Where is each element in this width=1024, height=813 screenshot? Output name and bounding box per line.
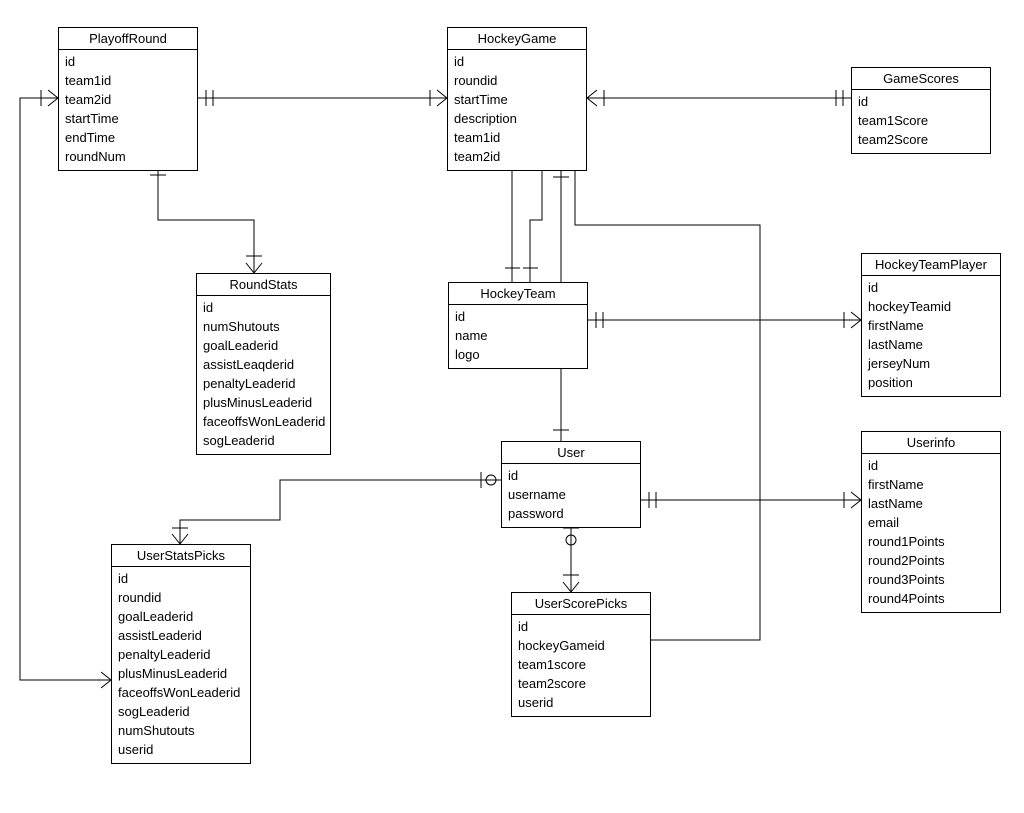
attr: id	[508, 466, 634, 485]
entity-round-stats: RoundStats id numShutouts goalLeaderid a…	[196, 273, 331, 455]
attr: name	[455, 326, 581, 345]
entity-attrs: id hockeyTeamid firstName lastName jerse…	[862, 276, 1000, 396]
attr: penaltyLeaderid	[118, 645, 244, 664]
attr: team1id	[65, 71, 191, 90]
attr: numShutouts	[203, 317, 324, 336]
attr: lastName	[868, 335, 994, 354]
attr: goalLeaderid	[203, 336, 324, 355]
entity-attrs: id roundid startTime description team1id…	[448, 50, 586, 170]
attr: id	[868, 456, 994, 475]
entity-attrs: id name logo	[449, 305, 587, 368]
attr: position	[868, 373, 994, 392]
attr: firstName	[868, 316, 994, 335]
attr: faceoffsWonLeaderid	[203, 412, 324, 431]
attr: hockeyTeamid	[868, 297, 994, 316]
attr: id	[858, 92, 984, 111]
attr: team1Score	[858, 111, 984, 130]
attr: round2Points	[868, 551, 994, 570]
entity-attrs: id hockeyGameid team1score team2score us…	[512, 615, 650, 716]
attr: team1score	[518, 655, 644, 674]
entity-attrs: id team1Score team2Score	[852, 90, 990, 153]
attr: plusMinusLeaderid	[203, 393, 324, 412]
attr: team2id	[65, 90, 191, 109]
entity-title: User	[502, 442, 640, 464]
entity-title: UserScorePicks	[512, 593, 650, 615]
attr: sogLeaderid	[203, 431, 324, 450]
entity-user: User id username password	[501, 441, 641, 528]
attr: userid	[118, 740, 244, 759]
attr: id	[454, 52, 580, 71]
attr: id	[455, 307, 581, 326]
attr: team2id	[454, 147, 580, 166]
attr: userid	[518, 693, 644, 712]
entity-game-scores: GameScores id team1Score team2Score	[851, 67, 991, 154]
entity-title: RoundStats	[197, 274, 330, 296]
attr: team2score	[518, 674, 644, 693]
attr: lastName	[868, 494, 994, 513]
attr: roundNum	[65, 147, 191, 166]
attr: plusMinusLeaderid	[118, 664, 244, 683]
attr: id	[203, 298, 324, 317]
attr: sogLeaderid	[118, 702, 244, 721]
attr: hockeyGameid	[518, 636, 644, 655]
attr: id	[518, 617, 644, 636]
attr: description	[454, 109, 580, 128]
attr: endTime	[65, 128, 191, 147]
entity-title: GameScores	[852, 68, 990, 90]
attr: goalLeaderid	[118, 607, 244, 626]
attr: roundid	[454, 71, 580, 90]
attr: round1Points	[868, 532, 994, 551]
attr: startTime	[65, 109, 191, 128]
attr: logo	[455, 345, 581, 364]
attr: penaltyLeaderid	[203, 374, 324, 393]
entity-hockey-game: HockeyGame id roundid startTime descript…	[447, 27, 587, 171]
attr: assistLeaqderid	[203, 355, 324, 374]
attr: jerseyNum	[868, 354, 994, 373]
entity-attrs: id team1id team2id startTime endTime rou…	[59, 50, 197, 170]
entity-hockey-team-player: HockeyTeamPlayer id hockeyTeamid firstNa…	[861, 253, 1001, 397]
entity-title: Userinfo	[862, 432, 1000, 454]
entity-playoff-round: PlayoffRound id team1id team2id startTim…	[58, 27, 198, 171]
attr: round3Points	[868, 570, 994, 589]
attr: roundid	[118, 588, 244, 607]
attr: password	[508, 504, 634, 523]
attr: id	[868, 278, 994, 297]
entity-title: HockeyTeam	[449, 283, 587, 305]
entity-attrs: id numShutouts goalLeaderid assistLeaqde…	[197, 296, 330, 454]
entity-hockey-team: HockeyTeam id name logo	[448, 282, 588, 369]
entity-title: HockeyGame	[448, 28, 586, 50]
attr: assistLeaderid	[118, 626, 244, 645]
entity-title: PlayoffRound	[59, 28, 197, 50]
attr: faceoffsWonLeaderid	[118, 683, 244, 702]
attr: firstName	[868, 475, 994, 494]
attr: startTime	[454, 90, 580, 109]
entity-userinfo: Userinfo id firstName lastName email rou…	[861, 431, 1001, 613]
entity-user-score-picks: UserScorePicks id hockeyGameid team1scor…	[511, 592, 651, 717]
attr: numShutouts	[118, 721, 244, 740]
attr: email	[868, 513, 994, 532]
entity-attrs: id username password	[502, 464, 640, 527]
entity-title: HockeyTeamPlayer	[862, 254, 1000, 276]
attr: round4Points	[868, 589, 994, 608]
attr: id	[65, 52, 191, 71]
entity-user-stats-picks: UserStatsPicks id roundid goalLeaderid a…	[111, 544, 251, 764]
attr: team1id	[454, 128, 580, 147]
entity-title: UserStatsPicks	[112, 545, 250, 567]
entity-attrs: id roundid goalLeaderid assistLeaderid p…	[112, 567, 250, 763]
attr: team2Score	[858, 130, 984, 149]
attr: id	[118, 569, 244, 588]
entity-attrs: id firstName lastName email round1Points…	[862, 454, 1000, 612]
attr: username	[508, 485, 634, 504]
